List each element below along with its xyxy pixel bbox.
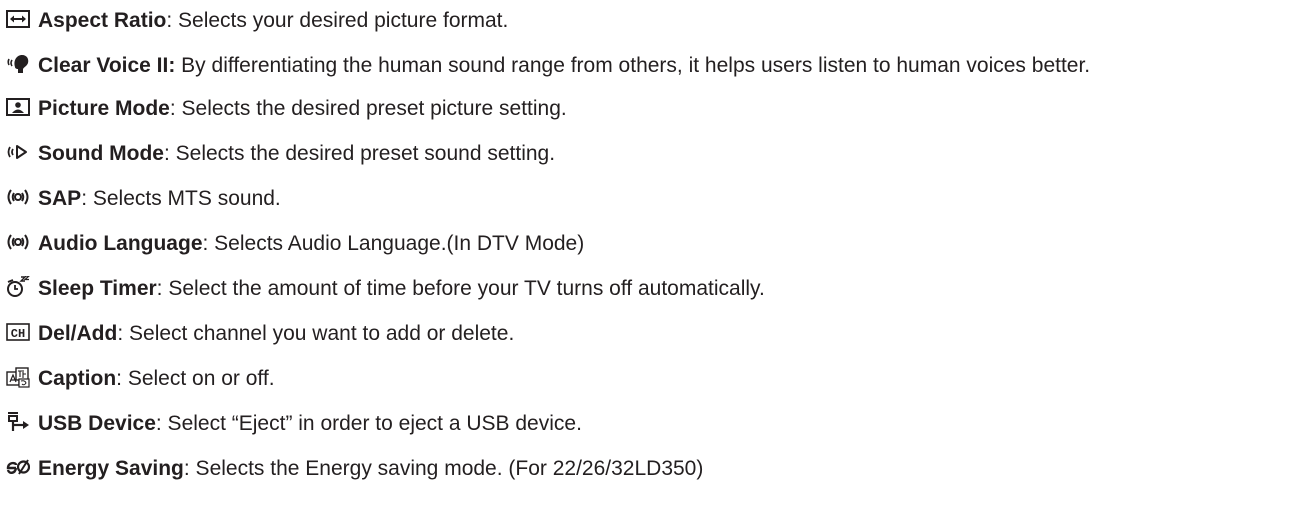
sap-icon	[6, 186, 30, 208]
clear-voice-icon	[6, 53, 30, 75]
sound-mode-icon	[6, 141, 30, 163]
list-item-clear-voice: Clear Voice II: By differentiating the h…	[6, 49, 1304, 82]
list-item-sleep-timer: Sleep Timer: Select the amount of time b…	[6, 272, 1304, 305]
item-description: : Selects your desired picture format.	[166, 9, 509, 32]
list-item-aspect-ratio: Aspect Ratio: Selects your desired pictu…	[6, 4, 1304, 37]
list-item-audio-language: Audio Language: Selects Audio Language.(…	[6, 227, 1304, 260]
list-item-energy-saving: Energy Saving: Selects the Energy saving…	[6, 452, 1304, 485]
caption-icon	[6, 366, 30, 388]
list-item-usb-device: USB Device: Select “Eject” in order to e…	[6, 407, 1304, 440]
item-name: Audio Language	[38, 232, 203, 255]
usb-device-icon	[6, 411, 30, 433]
item-description: : Selects the desired preset picture set…	[169, 97, 567, 120]
item-name: Clear Voice II:	[38, 54, 176, 77]
item-description: : Selects Audio Language.(In DTV Mode)	[202, 232, 585, 255]
audio-language-icon	[6, 231, 30, 253]
energy-saving-icon	[6, 456, 30, 478]
item-description: By differentiating the human sound range…	[175, 54, 1091, 77]
item-name: Caption	[38, 367, 117, 390]
item-name: Picture Mode	[38, 97, 170, 120]
picture-mode-icon	[6, 96, 30, 118]
item-name: USB Device	[38, 412, 156, 435]
item-description: : Selects MTS sound.	[81, 187, 281, 210]
sleep-timer-icon	[6, 276, 30, 298]
item-name: SAP	[38, 187, 82, 210]
item-description: : Select on or off.	[116, 367, 275, 390]
item-name: Del/Add	[38, 322, 118, 345]
item-description: : Selects the Energy saving mode. (For 2…	[183, 457, 704, 480]
list-item-ch-del-add: CH Del/Add: Select channel you want to a…	[6, 317, 1304, 350]
list-item-caption: Caption: Select on or off.	[6, 362, 1304, 395]
list-item-sound-mode: Sound Mode: Selects the desired preset s…	[6, 137, 1304, 170]
item-name: Sound Mode	[38, 142, 164, 165]
item-name: Sleep Timer	[38, 277, 157, 300]
ch-del-add-icon: CH	[6, 321, 30, 343]
item-description: : Select the amount of time before your …	[156, 277, 765, 300]
ch-icon-label: CH	[11, 327, 25, 341]
item-description: : Selects the desired preset sound setti…	[163, 142, 556, 165]
aspect-ratio-icon	[6, 8, 30, 30]
item-description: : Select “Eject” in order to eject a USB…	[155, 412, 582, 435]
item-description: : Select channel you want to add or dele…	[117, 322, 515, 345]
item-name: Energy Saving	[38, 457, 184, 480]
list-item-picture-mode: Picture Mode: Selects the desired preset…	[6, 92, 1304, 125]
item-name: Aspect Ratio	[38, 9, 167, 32]
quick-menu-description-list: Aspect Ratio: Selects your desired pictu…	[0, 0, 1304, 485]
list-item-sap: SAP: Selects MTS sound.	[6, 182, 1304, 215]
